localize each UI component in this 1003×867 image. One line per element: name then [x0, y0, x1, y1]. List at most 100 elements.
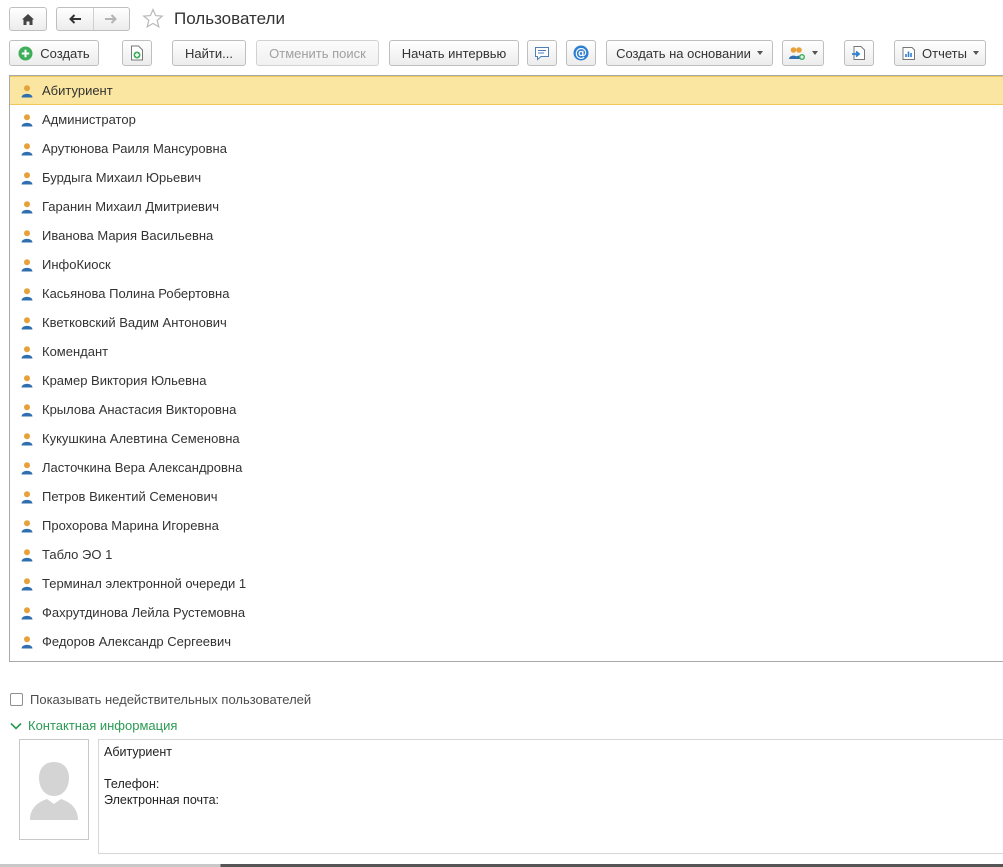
email-button[interactable]: @ [566, 40, 596, 66]
export-document-icon [852, 46, 865, 60]
user-icon [21, 229, 33, 242]
home-button[interactable] [9, 7, 47, 31]
create-button[interactable]: Создать [9, 40, 99, 66]
list-item[interactable]: Терминал электронной очереди 1 [10, 569, 1003, 598]
list-item-label: Крамер Виктория Юльевна [42, 373, 207, 388]
list-item-label: Гаранин Михаил Дмитриевич [42, 199, 219, 214]
show-invalid-users-checkbox[interactable] [10, 693, 23, 706]
user-icon [21, 258, 33, 271]
users-list[interactable]: Абитуриент Администратор Арутюнова Раиля М… [9, 75, 1003, 662]
user-icon [21, 548, 33, 561]
list-item-label: Арутюнова Раиля Мансуровна [42, 141, 227, 156]
history-navigation [56, 7, 130, 31]
list-item[interactable]: Ласточкина Вера Александровна [10, 453, 1003, 482]
start-interview-button-label: Начать интервью [401, 45, 507, 61]
forward-button[interactable] [92, 8, 130, 30]
document-add-icon [131, 45, 143, 61]
user-photo[interactable] [19, 739, 89, 840]
list-item-label: Крылова Анастасия Викторовна [42, 402, 237, 417]
list-item[interactable]: Петров Викентий Семенович [10, 482, 1003, 511]
list-item[interactable]: Арутюнова Раиля Мансуровна [10, 134, 1003, 163]
arrow-left-icon [68, 14, 81, 24]
contact-info-toggle[interactable]: Контактная информация [10, 718, 177, 733]
list-item[interactable]: Администратор [10, 105, 1003, 134]
contact-info-panel: Абитуриент Телефон: Электронная почта: [98, 739, 1003, 854]
list-item-label: Терминал электронной очереди 1 [42, 576, 247, 591]
user-icon [21, 490, 33, 503]
reports-button-label: Отчеты [922, 45, 967, 61]
list-item[interactable]: Федоров Александр Сергеевич [10, 627, 1003, 656]
list-item-label: Табло ЭО 1 [42, 547, 113, 562]
contact-info-label: Контактная информация [28, 718, 178, 733]
users-add-icon [789, 46, 805, 60]
cancel-search-button-label: Отменить поиск [269, 45, 366, 61]
list-item[interactable]: Табло ЭО 1 [10, 540, 1003, 569]
user-icon [21, 171, 33, 184]
list-item-label: Бурдыга Михаил Юрьевич [42, 170, 202, 185]
list-item[interactable]: Гаранин Михаил Дмитриевич [10, 192, 1003, 221]
start-interview-button[interactable]: Начать интервью [389, 40, 519, 66]
list-item[interactable]: Комендант [10, 337, 1003, 366]
list-item[interactable]: Абитуриент [10, 76, 1003, 105]
find-button[interactable]: Найти... [172, 40, 246, 66]
list-item-label: ИнфоКиоск [42, 257, 111, 272]
create-based-on-button[interactable]: Создать на основании [606, 40, 773, 66]
copy-button[interactable] [122, 40, 152, 66]
list-item[interactable]: Иванова Мария Васильевна [10, 221, 1003, 250]
show-invalid-users-checkbox-row[interactable]: Показывать недействительных пользователе… [10, 692, 311, 707]
chat-icon [535, 46, 549, 61]
user-icon [21, 519, 33, 532]
back-button[interactable] [57, 8, 93, 30]
at-sign-icon: @ [573, 45, 589, 61]
export-button[interactable] [844, 40, 874, 66]
favorite-star-icon[interactable] [141, 7, 165, 31]
user-icon [21, 84, 33, 97]
message-button[interactable] [527, 40, 557, 66]
list-item[interactable]: Касьянова Полина Робертовна [10, 279, 1003, 308]
user-icon [21, 374, 33, 387]
user-group-menu-button[interactable] [782, 40, 824, 66]
arrow-right-icon [105, 14, 118, 24]
user-icon [21, 577, 33, 590]
page-title: Пользователи [174, 9, 285, 28]
list-item-label: Абитуриент [42, 83, 113, 98]
contact-phone-label: Телефон: [104, 777, 160, 791]
list-item-label: Фахрутдинова Лейла Рустемовна [42, 605, 246, 620]
reports-button[interactable]: Отчеты [894, 40, 986, 66]
user-icon [21, 635, 33, 648]
list-item[interactable]: Крылова Анастасия Викторовна [10, 395, 1003, 424]
list-item[interactable]: Крамер Виктория Юльевна [10, 366, 1003, 395]
cancel-search-button[interactable]: Отменить поиск [256, 40, 379, 66]
list-item-label: Кветковский Вадим Антонович [42, 315, 227, 330]
user-icon [21, 461, 33, 474]
create-based-on-label: Создать на основании [616, 45, 751, 61]
avatar-placeholder-icon [30, 761, 78, 820]
list-item[interactable]: Кветковский Вадим Антонович [10, 308, 1003, 337]
list-item-label: Федоров Александр Сергеевич [42, 634, 231, 649]
list-item[interactable]: Бурдыга Михаил Юрьевич [10, 163, 1003, 192]
find-button-label: Найти... [185, 45, 233, 61]
list-item[interactable]: Прохорова Марина Игоревна [10, 511, 1003, 540]
show-invalid-users-label: Показывать недействительных пользователе… [30, 692, 312, 707]
user-icon [21, 113, 33, 126]
chevron-down-icon [10, 722, 22, 730]
list-item-label: Касьянова Полина Робертовна [42, 286, 230, 301]
list-item[interactable]: Фахрутдинова Лейла Рустемовна [10, 598, 1003, 627]
list-item[interactable]: ИнфоКиоск [10, 250, 1003, 279]
chevron-down-icon [972, 51, 979, 55]
list-item-label: Кукушкина Алевтина Семеновна [42, 431, 240, 446]
list-item-label: Прохорова Марина Игоревна [42, 518, 219, 533]
chevron-down-icon [756, 51, 763, 55]
user-icon [21, 432, 33, 445]
user-icon [21, 142, 33, 155]
svg-text:@: @ [575, 46, 587, 60]
list-item-label: Ласточкина Вера Александровна [42, 460, 243, 475]
list-item-label: Администратор [42, 112, 136, 127]
home-icon [22, 13, 34, 25]
create-button-label: Создать [40, 45, 90, 61]
contact-email-label: Электронная почта: [104, 793, 220, 807]
contact-name: Абитуриент [104, 745, 172, 759]
user-icon [21, 403, 33, 416]
list-item-label: Иванова Мария Васильевна [42, 228, 214, 243]
list-item[interactable]: Кукушкина Алевтина Семеновна [10, 424, 1003, 453]
